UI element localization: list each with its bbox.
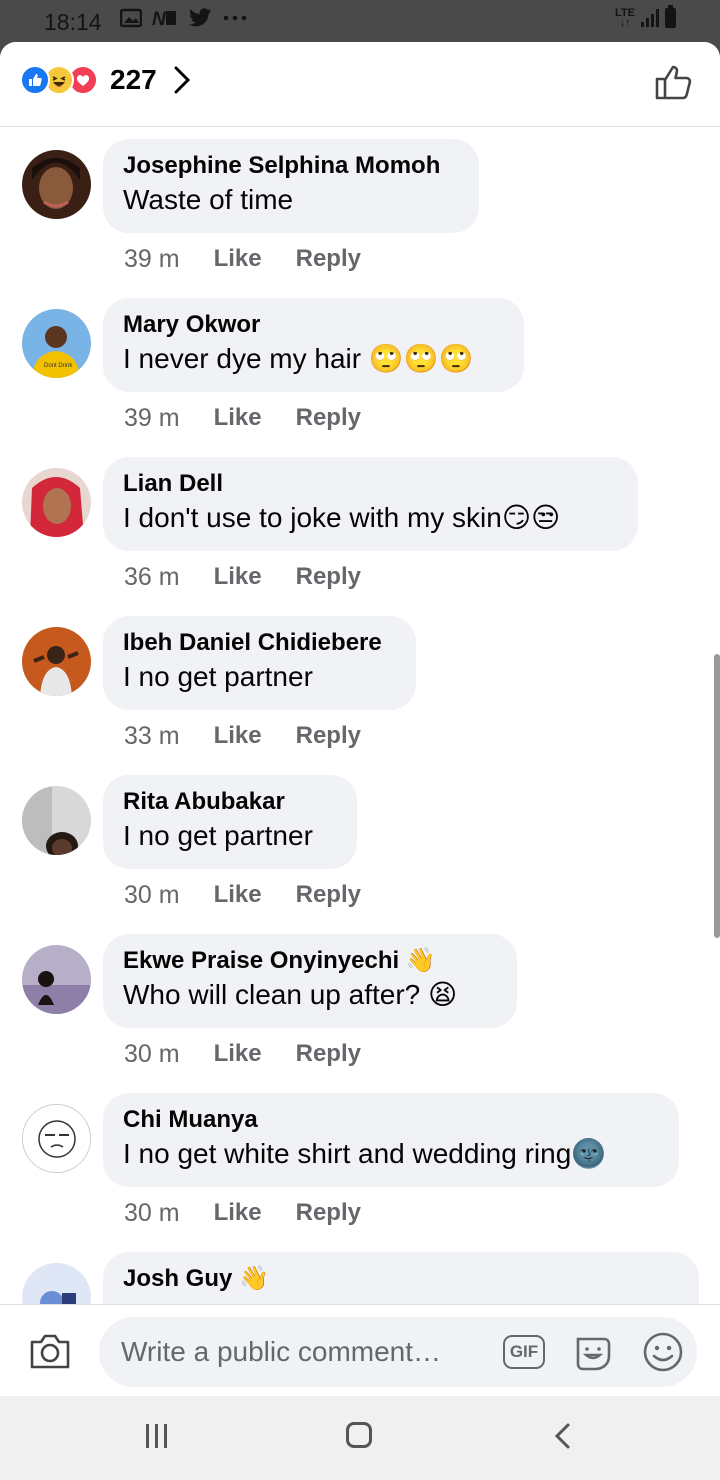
comment-bubble[interactable]: Chi Muanya I no get white shirt and wedd… bbox=[103, 1093, 679, 1187]
home-icon[interactable] bbox=[346, 1422, 372, 1448]
comment-actions: 39 m Like Reply bbox=[124, 404, 361, 433]
reaction-count: 227 bbox=[110, 64, 157, 95]
twitter-icon bbox=[189, 8, 211, 27]
emoji-icon[interactable] bbox=[642, 1331, 684, 1373]
back-icon[interactable] bbox=[552, 1422, 572, 1450]
like-post-icon[interactable] bbox=[654, 62, 694, 102]
commenter-name[interactable]: Josephine Selphina Momoh bbox=[123, 151, 459, 181]
reactions-summary[interactable]: 227 bbox=[20, 64, 191, 96]
svg-text:N: N bbox=[152, 9, 167, 28]
signal-icon bbox=[641, 9, 659, 27]
comment-text: I no get partner bbox=[123, 661, 313, 692]
more-notifications-icon bbox=[223, 15, 247, 21]
like-button[interactable]: Like bbox=[214, 245, 262, 274]
scrollbar[interactable] bbox=[714, 654, 720, 938]
comment-time[interactable]: 36 m bbox=[124, 563, 180, 592]
status-bar: 18:14 N LTE ↓↑ bbox=[0, 0, 720, 42]
comment-actions: 30 m Like Reply bbox=[124, 1040, 361, 1069]
comment-bubble[interactable]: Josephine Selphina Momoh Waste of time bbox=[103, 139, 479, 233]
comment-time[interactable]: 39 m bbox=[124, 404, 180, 433]
comment-placeholder[interactable]: Write a public comment… bbox=[121, 1336, 441, 1368]
commenter-name[interactable]: Lian Dell bbox=[123, 469, 618, 499]
lte-indicator: LTE ↓↑ bbox=[615, 7, 635, 29]
like-button[interactable]: Like bbox=[214, 563, 262, 592]
comment-time[interactable]: 30 m bbox=[124, 1199, 180, 1228]
comment-text: Waste of time bbox=[123, 184, 294, 215]
comment-bubble[interactable]: Mary Okwor I never dye my hair 🙄🙄🙄 bbox=[103, 298, 524, 392]
reactions-header: 227 bbox=[0, 42, 720, 127]
like-button[interactable]: Like bbox=[214, 881, 262, 910]
comment-actions: 30 m Like Reply bbox=[124, 1199, 361, 1228]
reply-button[interactable]: Reply bbox=[296, 245, 361, 274]
comment-text: Who will clean up after? 😫 bbox=[123, 979, 458, 1010]
comment-actions: 33 m Like Reply bbox=[124, 722, 361, 751]
comment-time[interactable]: 33 m bbox=[124, 722, 180, 751]
commenter-name[interactable]: Rita Abubakar bbox=[123, 787, 337, 817]
commenter-name[interactable]: Josh Guy 👋 bbox=[123, 1264, 679, 1294]
avatar[interactable] bbox=[22, 1104, 91, 1173]
recent-apps-icon[interactable] bbox=[146, 1424, 167, 1448]
comment-composer: Write a public comment… GIF bbox=[0, 1304, 720, 1397]
comment-text: I no get partner bbox=[123, 820, 313, 851]
gallery-icon bbox=[120, 8, 142, 28]
commenter-name[interactable]: Ekwe Praise Onyinyechi 👋 bbox=[123, 946, 497, 976]
like-icon bbox=[20, 65, 50, 95]
reply-button[interactable]: Reply bbox=[296, 881, 361, 910]
comment-time[interactable]: 30 m bbox=[124, 881, 180, 910]
avatar[interactable] bbox=[22, 945, 91, 1014]
system-status: LTE ↓↑ bbox=[615, 5, 676, 29]
battery-icon bbox=[665, 5, 676, 28]
news-icon: N bbox=[152, 9, 176, 28]
comment-bubble[interactable]: Lian Dell I don't use to joke with my sk… bbox=[103, 457, 638, 551]
commenter-name[interactable]: Chi Muanya bbox=[123, 1105, 659, 1135]
like-button[interactable]: Like bbox=[214, 404, 262, 433]
avatar[interactable]: Dont Drink bbox=[22, 309, 91, 378]
camera-icon[interactable] bbox=[28, 1331, 72, 1371]
avatar[interactable] bbox=[22, 786, 91, 855]
svg-text:Dont Drink: Dont Drink bbox=[44, 363, 73, 369]
comment-text: I don't use to joke with my skin😏😒 bbox=[123, 502, 561, 533]
commenter-name[interactable]: Ibeh Daniel Chidiebere bbox=[123, 628, 396, 658]
comment-time[interactable]: 30 m bbox=[124, 1040, 180, 1069]
like-button[interactable]: Like bbox=[214, 722, 262, 751]
comments-sheet: 227 Josephine Selphina Momoh Waste of ti… bbox=[0, 42, 720, 1396]
comment-bubble[interactable]: Ekwe Praise Onyinyechi 👋 Who will clean … bbox=[103, 934, 517, 1028]
commenter-name[interactable]: Mary Okwor bbox=[123, 310, 504, 340]
status-time: 18:14 bbox=[44, 9, 102, 35]
comment-actions: 36 m Like Reply bbox=[124, 563, 361, 592]
notification-icons: N bbox=[120, 8, 248, 28]
reply-button[interactable]: Reply bbox=[296, 722, 361, 751]
like-button[interactable]: Like bbox=[214, 1199, 262, 1228]
comment-text: I no get white shirt and wedding ring🌚 bbox=[123, 1138, 607, 1169]
comment-actions: 30 m Like Reply bbox=[124, 881, 361, 910]
reply-button[interactable]: Reply bbox=[296, 404, 361, 433]
sticker-icon[interactable] bbox=[572, 1331, 614, 1373]
comment-input[interactable]: Write a public comment… GIF bbox=[99, 1317, 697, 1387]
gif-button[interactable]: GIF bbox=[503, 1335, 545, 1369]
comment-time[interactable]: 39 m bbox=[124, 245, 180, 274]
comment-text: I never dye my hair 🙄🙄🙄 bbox=[123, 343, 474, 374]
chevron-right-icon bbox=[173, 66, 191, 94]
like-button[interactable]: Like bbox=[214, 1040, 262, 1069]
avatar[interactable] bbox=[22, 150, 91, 219]
avatar[interactable] bbox=[22, 627, 91, 696]
reply-button[interactable]: Reply bbox=[296, 563, 361, 592]
android-nav-bar bbox=[0, 1396, 720, 1480]
comment-bubble[interactable]: Ibeh Daniel Chidiebere I no get partner bbox=[103, 616, 416, 710]
comment-actions: 39 m Like Reply bbox=[124, 245, 361, 274]
reply-button[interactable]: Reply bbox=[296, 1040, 361, 1069]
reply-button[interactable]: Reply bbox=[296, 1199, 361, 1228]
comment-bubble[interactable]: Rita Abubakar I no get partner bbox=[103, 775, 357, 869]
avatar[interactable] bbox=[22, 468, 91, 537]
